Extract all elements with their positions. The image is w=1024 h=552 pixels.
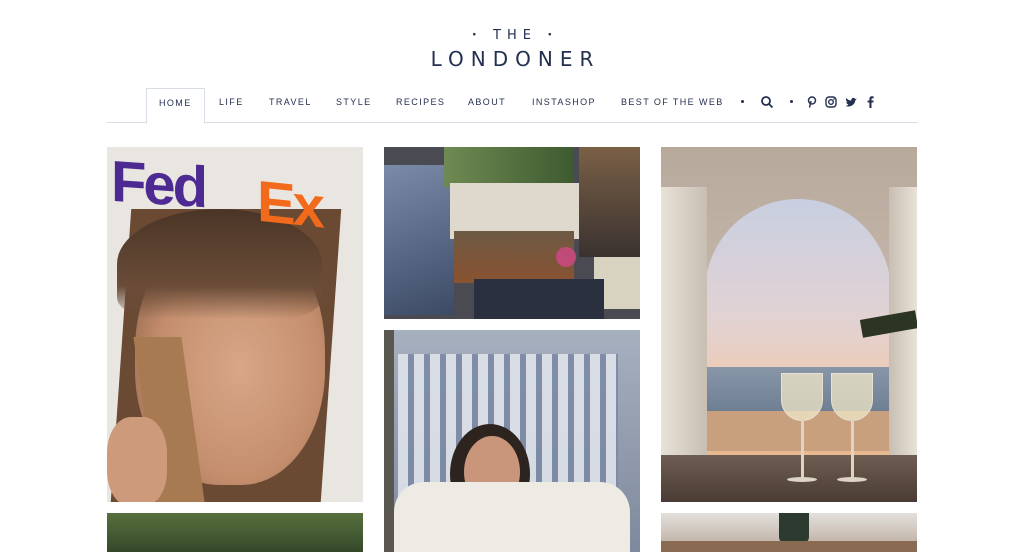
nav-item-recipes[interactable]: RECIPES: [396, 88, 445, 123]
nav-item-home[interactable]: HOME: [146, 88, 205, 124]
twitter-icon[interactable]: [844, 95, 858, 109]
box-brand-left: Fed: [111, 148, 206, 221]
nav-item-instashop[interactable]: INSTASHOP: [532, 88, 596, 123]
pinterest-icon[interactable]: [805, 95, 819, 109]
instagram-icon[interactable]: [824, 95, 838, 109]
site-logo[interactable]: • THE • LONDONER: [0, 28, 1024, 71]
nav-item-best-of-the-web[interactable]: BEST OF THE WEB: [621, 88, 724, 123]
box-brand-right: Ex: [257, 168, 322, 241]
logo-the: • THE •: [471, 28, 559, 43]
search-icon[interactable]: [760, 95, 774, 109]
post-image-fedex-portrait[interactable]: Fed Ex: [107, 147, 363, 502]
wine-glass: [781, 373, 823, 421]
nav-item-travel[interactable]: TRAVEL: [269, 88, 312, 123]
nav-item-about[interactable]: ABOUT: [468, 88, 506, 123]
post-image-collage[interactable]: [384, 147, 640, 319]
post-image-garden[interactable]: [107, 513, 363, 552]
post-image-sunset-wine[interactable]: [661, 147, 917, 502]
nav-item-life[interactable]: LIFE: [219, 88, 244, 123]
wine-glass: [831, 373, 873, 421]
post-image-terrace[interactable]: [661, 513, 917, 552]
post-image-face-massage[interactable]: [384, 330, 640, 552]
nav-separator-dot: [741, 100, 744, 103]
facebook-icon[interactable]: [863, 95, 877, 109]
nav-item-style[interactable]: STYLE: [336, 88, 372, 123]
main-nav: HOME LIFE TRAVEL STYLE RECIPES ABOUT INS…: [107, 88, 918, 124]
logo-name: LONDONER: [430, 47, 601, 71]
nav-separator-dot: [790, 100, 793, 103]
